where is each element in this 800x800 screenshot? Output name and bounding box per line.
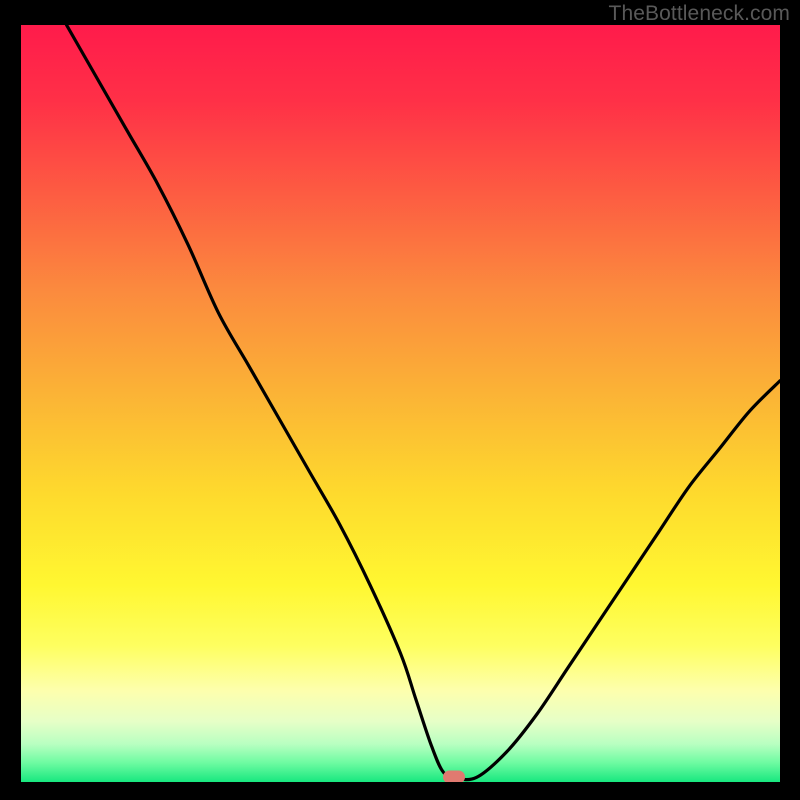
- optimal-point-marker: [443, 771, 465, 782]
- chart-frame: TheBottleneck.com: [0, 0, 800, 800]
- bottleneck-curve: [21, 25, 780, 782]
- plot-area: [21, 25, 780, 782]
- attribution-text: TheBottleneck.com: [609, 2, 790, 26]
